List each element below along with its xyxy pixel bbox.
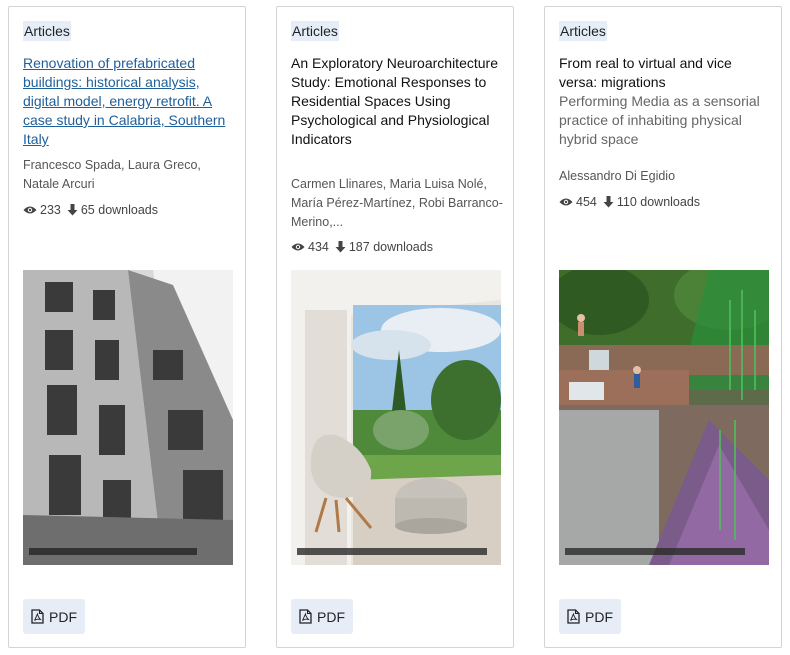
views-stat: 233 <box>23 202 61 218</box>
article-stats: 233 65 downloads <box>23 202 158 218</box>
views-count: 434 <box>308 240 329 254</box>
article-title-link[interactable]: Renovation of prefabricated buildings: h… <box>23 54 233 149</box>
eye-icon <box>559 198 573 206</box>
article-subtitle: Performing Media as a sensorial practice… <box>559 93 760 147</box>
pdf-download-button[interactable]: PDF <box>559 599 621 634</box>
article-thumbnail[interactable] <box>559 270 769 565</box>
article-authors: Carmen Llinares, Maria Luisa Nolé, María… <box>291 177 503 229</box>
category-badge[interactable]: Articles <box>291 21 339 41</box>
views-count: 454 <box>576 195 597 209</box>
article-card: Articles An Exploratory Neuroarchitectur… <box>276 6 514 648</box>
pdf-file-icon <box>299 609 312 624</box>
pdf-download-button[interactable]: PDF <box>291 599 353 634</box>
article-title[interactable]: An Exploratory Neuroarchitecture Study: … <box>291 54 501 149</box>
download-arrow-icon <box>67 204 78 216</box>
pdf-download-button[interactable]: PDF <box>23 599 85 634</box>
article-authors: Alessandro Di Egidio <box>559 169 676 183</box>
pdf-label: PDF <box>49 608 77 625</box>
article-authors: Francesco Spada, Laura Greco, Natale Arc… <box>23 158 201 191</box>
article-card: Articles Renovation of prefabricated bui… <box>8 6 246 648</box>
article-stats: 454 110 downloads <box>559 194 700 210</box>
views-count: 233 <box>40 203 61 217</box>
pdf-file-icon <box>31 609 44 624</box>
downloads-count: 187 downloads <box>348 240 433 254</box>
pdf-label: PDF <box>585 608 613 625</box>
pdf-label: PDF <box>317 608 345 625</box>
views-stat: 454 <box>559 194 597 210</box>
downloads-stat: 110 downloads <box>603 194 700 210</box>
download-arrow-icon <box>335 241 346 253</box>
article-thumbnail[interactable] <box>23 270 233 565</box>
article-thumbnail[interactable] <box>291 270 501 565</box>
category-badge[interactable]: Articles <box>23 21 71 41</box>
downloads-stat: 65 downloads <box>67 202 158 218</box>
download-arrow-icon <box>603 196 614 208</box>
article-title[interactable]: From real to virtual and vice versa: mig… <box>559 54 769 92</box>
eye-icon <box>291 243 305 251</box>
category-badge[interactable]: Articles <box>559 21 607 41</box>
eye-icon <box>23 206 37 214</box>
downloads-count: 65 downloads <box>80 203 159 217</box>
downloads-stat: 187 downloads <box>335 239 433 255</box>
article-title-block: From real to virtual and vice versa: mig… <box>559 54 769 149</box>
downloads-count: 110 downloads <box>616 195 701 209</box>
pdf-file-icon <box>567 609 580 624</box>
article-card: Articles From real to virtual and vice v… <box>544 6 782 648</box>
article-stats: 434 187 downloads <box>291 239 433 255</box>
views-stat: 434 <box>291 239 329 255</box>
